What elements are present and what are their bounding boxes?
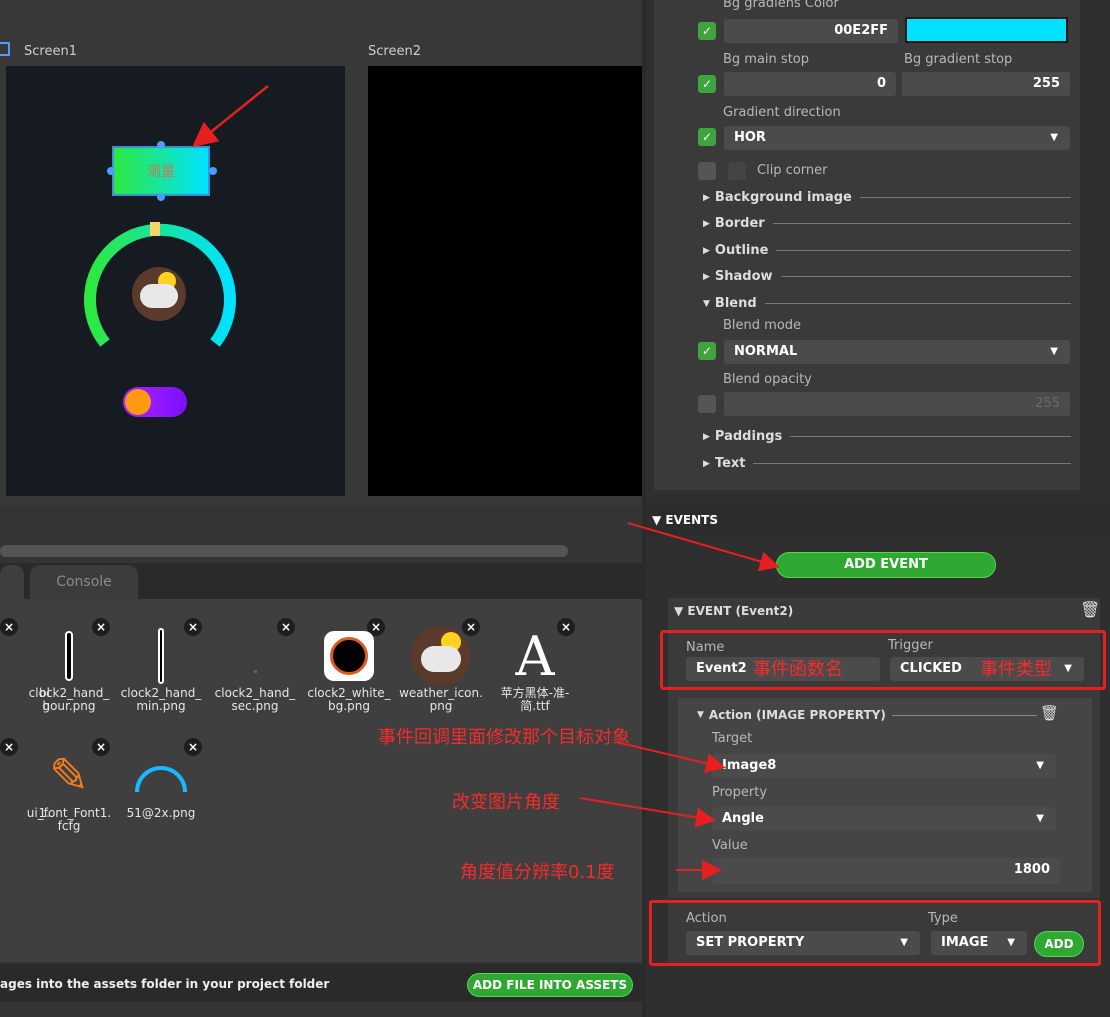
annotation-arrows	[192, 85, 780, 880]
